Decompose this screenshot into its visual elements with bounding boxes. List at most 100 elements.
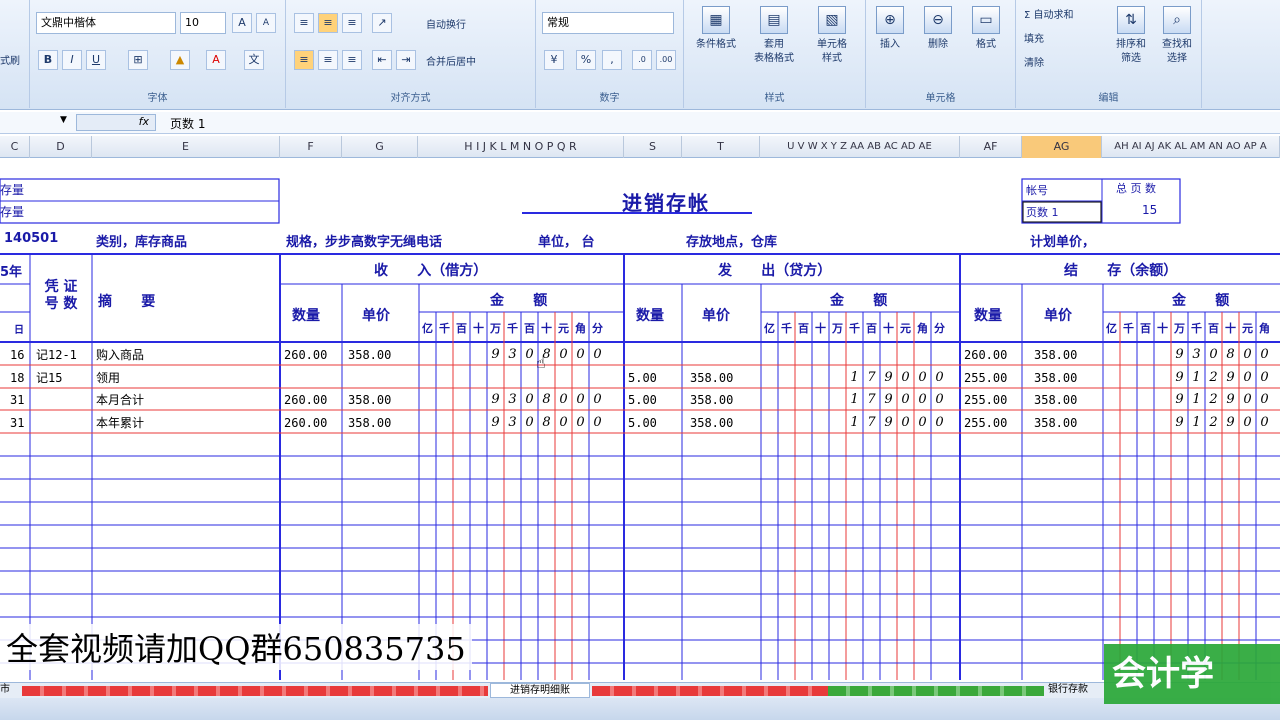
amount-digit-cell[interactable]: 8 xyxy=(1222,345,1239,365)
amount-digit-cell[interactable]: 0 xyxy=(1256,390,1273,410)
amount-digit-cell[interactable]: 9 xyxy=(1171,413,1188,433)
amount-digit-cell[interactable]: 0 xyxy=(1239,413,1256,433)
align-middle-icon[interactable]: ≡ xyxy=(318,13,338,33)
amount-digit-cell[interactable]: 2 xyxy=(1205,368,1222,388)
phonetic-icon[interactable]: 文 xyxy=(244,50,264,70)
in-price-cell[interactable]: 358.00 xyxy=(348,413,391,433)
column-header[interactable]: F xyxy=(280,136,342,158)
out-qty-cell[interactable]: 5.00 xyxy=(628,413,657,433)
amount-digit-cell[interactable]: 0 xyxy=(914,413,931,433)
border-icon[interactable]: ⊞ xyxy=(128,50,148,70)
amount-digit-cell[interactable]: 0 xyxy=(931,413,948,433)
amount-digit-cell[interactable]: 0 xyxy=(1239,368,1256,388)
amount-digit-cell[interactable]: 9 xyxy=(1222,368,1239,388)
align-top-icon[interactable]: ≡ xyxy=(294,13,314,33)
grow-font-icon[interactable]: A xyxy=(232,13,252,33)
amount-digit-cell[interactable]: 0 xyxy=(1239,345,1256,365)
clear-button[interactable]: 清除 xyxy=(1024,54,1044,69)
amount-digit-cell[interactable]: 0 xyxy=(521,390,538,410)
decrease-indent-icon[interactable]: ⇤ xyxy=(372,50,392,70)
amount-digit-cell[interactable]: 1 xyxy=(846,390,863,410)
amount-digit-cell[interactable]: 1 xyxy=(846,368,863,388)
find-select-button[interactable]: ⌕ 查找和 选择 xyxy=(1154,4,1200,80)
increase-decimal-icon[interactable]: .0 xyxy=(632,50,652,70)
column-header[interactable]: S xyxy=(624,136,682,158)
cond-format-button[interactable]: ▦ 条件格式 xyxy=(688,4,744,80)
amount-digit-cell[interactable]: 3 xyxy=(1188,345,1205,365)
currency-icon[interactable]: ¥ xyxy=(544,50,564,70)
out-price-cell[interactable]: 358.00 xyxy=(690,368,733,388)
align-bottom-icon[interactable]: ≡ xyxy=(342,13,362,33)
column-header-selected[interactable]: AG xyxy=(1022,136,1102,158)
align-right-icon[interactable]: ≡ xyxy=(342,50,362,70)
amount-digit-cell[interactable]: 0 xyxy=(914,390,931,410)
cell-style-button[interactable]: ▧ 单元格 样式 xyxy=(804,4,860,80)
amount-digit-cell[interactable]: 9 xyxy=(1171,368,1188,388)
amount-digit-cell[interactable]: 9 xyxy=(880,368,897,388)
format-button[interactable]: ▭ 格式 xyxy=(962,4,1010,80)
column-header[interactable]: G xyxy=(342,136,418,158)
amount-digit-cell[interactable]: 9 xyxy=(880,413,897,433)
amount-digit-cell[interactable]: 0 xyxy=(897,390,914,410)
amount-digit-cell[interactable]: 1 xyxy=(846,413,863,433)
font-size-select[interactable]: 10 xyxy=(180,12,226,34)
bal-price-cell[interactable]: 358.00 xyxy=(1034,413,1077,433)
ledger-sheet[interactable]: 存量 存量 进销存帐 帐号 页数 1 总 页 数 15 140501 类别，库存… xyxy=(0,159,1280,680)
bal-qty-cell[interactable]: 260.00 xyxy=(964,345,1007,365)
bold-icon[interactable]: B xyxy=(38,50,58,70)
amount-digit-cell[interactable]: 1 xyxy=(1188,413,1205,433)
out-qty-cell[interactable]: 5.00 xyxy=(628,390,657,410)
amount-digit-cell[interactable]: 0 xyxy=(931,390,948,410)
in-price-cell[interactable]: 358.00 xyxy=(348,390,391,410)
sheet-tab-strip-red-2[interactable] xyxy=(592,686,828,696)
column-header[interactable]: H I J K L M N O P Q R xyxy=(418,136,624,158)
summary-cell[interactable]: 领用 xyxy=(96,368,120,388)
amount-digit-cell[interactable]: 9 xyxy=(487,390,504,410)
percent-icon[interactable]: % xyxy=(576,50,596,70)
column-header[interactable]: E xyxy=(92,136,280,158)
summary-cell[interactable]: 本月合计 xyxy=(96,390,144,410)
namebox-dropdown-icon[interactable]: ▼ xyxy=(60,115,67,125)
amount-digit-cell[interactable]: 9 xyxy=(1222,390,1239,410)
amount-digit-cell[interactable]: 0 xyxy=(1256,345,1273,365)
sheet-tab-strip-green[interactable] xyxy=(828,686,1044,696)
amount-digit-cell[interactable]: 0 xyxy=(589,345,606,365)
amount-digit-cell[interactable]: 3 xyxy=(504,390,521,410)
amount-digit-cell[interactable]: 2 xyxy=(1205,413,1222,433)
amount-digit-cell[interactable]: 9 xyxy=(1171,390,1188,410)
day-cell[interactable]: 18 xyxy=(10,368,24,388)
amount-digit-cell[interactable]: 8 xyxy=(538,390,555,410)
amount-digit-cell[interactable]: 0 xyxy=(572,390,589,410)
column-header[interactable]: T xyxy=(682,136,760,158)
comma-icon[interactable]: , xyxy=(602,50,622,70)
amount-digit-cell[interactable]: 9 xyxy=(487,413,504,433)
amount-digit-cell[interactable]: 0 xyxy=(555,390,572,410)
sort-filter-button[interactable]: ⇅ 排序和 筛选 xyxy=(1108,4,1154,80)
in-price-cell[interactable]: 358.00 xyxy=(348,345,391,365)
formula-input[interactable]: 页数 1 xyxy=(170,115,205,132)
in-qty-cell[interactable]: 260.00 xyxy=(284,413,327,433)
voucher-cell[interactable]: 记15 xyxy=(36,368,62,388)
amount-digit-cell[interactable]: 0 xyxy=(589,413,606,433)
amount-digit-cell[interactable]: 0 xyxy=(1256,413,1273,433)
function-icon[interactable]: fx xyxy=(76,114,156,131)
in-qty-cell[interactable]: 260.00 xyxy=(284,390,327,410)
amount-digit-cell[interactable]: 9 xyxy=(880,390,897,410)
bal-qty-cell[interactable]: 255.00 xyxy=(964,413,1007,433)
amount-digit-cell[interactable]: 1 xyxy=(1188,390,1205,410)
amount-digit-cell[interactable]: 0 xyxy=(1239,390,1256,410)
amount-digit-cell[interactable]: 0 xyxy=(555,413,572,433)
page-number-cell[interactable]: 页数 1 xyxy=(1026,204,1059,220)
number-format-select[interactable]: 常规 xyxy=(542,12,674,34)
column-header[interactable]: AF xyxy=(960,136,1022,158)
amount-digit-cell[interactable]: 1 xyxy=(1188,368,1205,388)
in-qty-cell[interactable]: 260.00 xyxy=(284,345,327,365)
amount-digit-cell[interactable]: 7 xyxy=(863,390,880,410)
amount-digit-cell[interactable]: 0 xyxy=(914,368,931,388)
bal-qty-cell[interactable]: 255.00 xyxy=(964,368,1007,388)
sheet-tab-active[interactable]: 进销存明细账 xyxy=(490,683,590,698)
increase-indent-icon[interactable]: ⇥ xyxy=(396,50,416,70)
bal-price-cell[interactable]: 358.00 xyxy=(1034,345,1077,365)
day-cell[interactable]: 31 xyxy=(10,413,24,433)
column-header[interactable]: D xyxy=(30,136,92,158)
